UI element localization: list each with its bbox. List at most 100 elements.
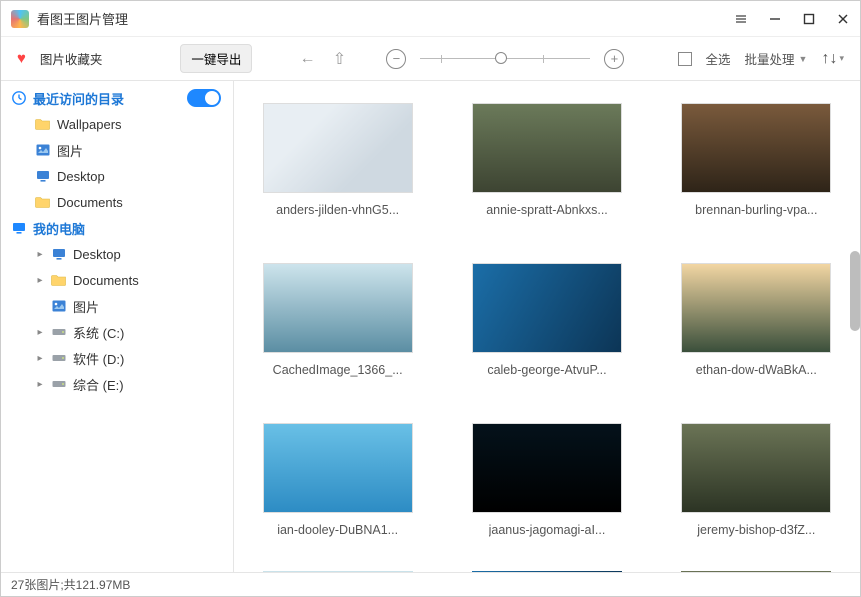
select-all-checkbox[interactable]	[678, 52, 692, 66]
toolbar: ♥ 图片收藏夹 一键导出 ← ⇧ − + 全选 批量处理 ▼ ↑↓▾	[1, 37, 860, 81]
expander-icon[interactable]: ▸	[35, 275, 45, 286]
thumbnail-item[interactable]: ethan-dow-dWaBkA...	[681, 263, 831, 377]
thumbnail-caption: ian-dooley-DuBNA1...	[277, 523, 398, 537]
thumbnail-caption: brennan-burling-vpa...	[695, 203, 817, 217]
picture-icon	[51, 298, 67, 314]
expander-icon[interactable]: ▸	[35, 249, 45, 260]
menu-icon[interactable]	[734, 12, 748, 26]
statusbar: 27张图片;共121.97MB	[1, 572, 860, 596]
heart-icon: ♥	[17, 50, 26, 67]
sidebar-mypc-header[interactable]: 我的电脑	[1, 215, 233, 241]
thumbnail-grid: anders-jilden-vhnG5... annie-spratt-Abnkx…	[234, 81, 860, 559]
sidebar-item-recent[interactable]: 图片	[1, 137, 233, 163]
sidebar-recent-header[interactable]: 最近访问的目录	[1, 85, 233, 111]
sidebar-item-label: Documents	[57, 195, 123, 210]
recent-label: 最近访问的目录	[33, 89, 124, 108]
sidebar-item-label: 系统 (C:)	[73, 323, 124, 342]
app-icon	[11, 10, 29, 28]
drive-icon	[51, 376, 67, 392]
thumbnail-item[interactable]: brennan-burling-vpa...	[681, 103, 831, 217]
expander-icon[interactable]: ▸	[35, 327, 45, 338]
sidebar-item-pc[interactable]: ▸ 系统 (C:)	[1, 319, 233, 345]
close-button[interactable]	[836, 12, 850, 26]
thumbnail-image[interactable]	[681, 103, 831, 193]
back-button[interactable]: ←	[298, 50, 316, 68]
window-title: 看图王图片管理	[37, 9, 734, 28]
thumbnail-partial[interactable]	[681, 571, 831, 572]
thumbnail-item[interactable]: annie-spratt-Abnkxs...	[472, 103, 622, 217]
sort-button[interactable]: ↑↓▾	[821, 50, 844, 68]
drive-icon	[51, 324, 67, 340]
sidebar-item-pc[interactable]: ▸ Desktop	[1, 241, 233, 267]
clock-icon	[11, 90, 27, 106]
thumbnail-image[interactable]	[681, 263, 831, 353]
thumbnail-caption: annie-spratt-Abnkxs...	[486, 203, 608, 217]
thumbnail-caption: CachedImage_1366_...	[273, 363, 403, 377]
chevron-down-icon: ▼	[799, 54, 808, 64]
window-buttons	[734, 12, 850, 26]
titlebar: 看图王图片管理	[1, 1, 860, 37]
folder-icon	[35, 116, 51, 132]
folder-icon	[35, 194, 51, 210]
monitor-icon	[11, 220, 27, 236]
sidebar-item-recent[interactable]: Documents	[1, 189, 233, 215]
monitor-icon	[51, 246, 67, 262]
thumbnail-item[interactable]: jaanus-jagomagi-aI...	[472, 423, 622, 537]
sidebar-item-label: 综合 (E:)	[73, 375, 124, 394]
sidebar-item-pc[interactable]: ▸ Documents	[1, 267, 233, 293]
sidebar-item-pc[interactable]: ▸ 软件 (D:)	[1, 345, 233, 371]
zoom-in-button[interactable]: +	[604, 49, 624, 69]
sidebar-item-pc[interactable]: 图片	[1, 293, 233, 319]
thumbnail-image[interactable]	[263, 263, 413, 353]
sidebar-item-recent[interactable]: Wallpapers	[1, 111, 233, 137]
thumbnail-image[interactable]	[681, 423, 831, 513]
thumbnail-image[interactable]	[472, 423, 622, 513]
minimize-button[interactable]	[768, 12, 782, 26]
folder-icon	[35, 142, 51, 158]
thumbnail-caption: jeremy-bishop-d3fZ...	[697, 523, 815, 537]
thumbnail-image[interactable]	[263, 423, 413, 513]
sidebar-item-label: Documents	[73, 273, 139, 288]
thumbnail-item[interactable]: jeremy-bishop-d3fZ...	[681, 423, 831, 537]
sidebar-item-label: Wallpapers	[57, 117, 122, 132]
folder-icon	[51, 272, 67, 288]
sidebar-item-label: 图片	[73, 297, 99, 316]
thumbnail-partial[interactable]	[472, 571, 622, 572]
drive-icon	[51, 350, 67, 366]
batch-process-dropdown[interactable]: 批量处理 ▼	[745, 49, 808, 68]
sidebar-item-label: Desktop	[57, 169, 105, 184]
thumbnail-image[interactable]	[472, 103, 622, 193]
partial-row	[234, 571, 860, 572]
recent-toggle[interactable]	[187, 89, 221, 107]
thumbnail-caption: anders-jilden-vhnG5...	[276, 203, 399, 217]
thumbnail-item[interactable]: ian-dooley-DuBNA1...	[263, 423, 413, 537]
sidebar-item-pc[interactable]: ▸ 综合 (E:)	[1, 371, 233, 397]
up-button[interactable]: ⇧	[330, 49, 348, 69]
sidebar-item-label: Desktop	[73, 247, 121, 262]
mypc-label: 我的电脑	[33, 219, 85, 238]
body: 最近访问的目录 Wallpapers 图片 Desktop Documents 我的电…	[1, 81, 860, 572]
thumbnail-item[interactable]: caleb-george-AtvuP...	[472, 263, 622, 377]
folder-icon	[35, 168, 51, 184]
thumbnail-image[interactable]	[472, 263, 622, 353]
thumbnail-item[interactable]: CachedImage_1366_...	[263, 263, 413, 377]
maximize-button[interactable]	[802, 12, 816, 26]
zoom-slider[interactable]	[420, 49, 590, 69]
expander-icon[interactable]: ▸	[35, 379, 45, 390]
thumbnail-caption: ethan-dow-dWaBkA...	[696, 363, 817, 377]
thumbnail-image[interactable]	[263, 103, 413, 193]
batch-label: 批量处理	[745, 49, 795, 68]
favorites-label[interactable]: 图片收藏夹	[40, 49, 103, 68]
select-all-label: 全选	[706, 49, 731, 68]
content-area: anders-jilden-vhnG5... annie-spratt-Abnkx…	[234, 81, 860, 572]
thumbnail-caption: jaanus-jagomagi-aI...	[489, 523, 606, 537]
expander-icon[interactable]: ▸	[35, 353, 45, 364]
zoom-out-button[interactable]: −	[386, 49, 406, 69]
thumbnail-partial[interactable]	[263, 571, 413, 572]
sidebar-item-recent[interactable]: Desktop	[1, 163, 233, 189]
scrollbar-thumb[interactable]	[850, 251, 860, 331]
sidebar: 最近访问的目录 Wallpapers 图片 Desktop Documents 我的电…	[1, 81, 234, 572]
export-button[interactable]: 一键导出	[180, 44, 252, 73]
sidebar-item-label: 软件 (D:)	[73, 349, 124, 368]
thumbnail-item[interactable]: anders-jilden-vhnG5...	[263, 103, 413, 217]
